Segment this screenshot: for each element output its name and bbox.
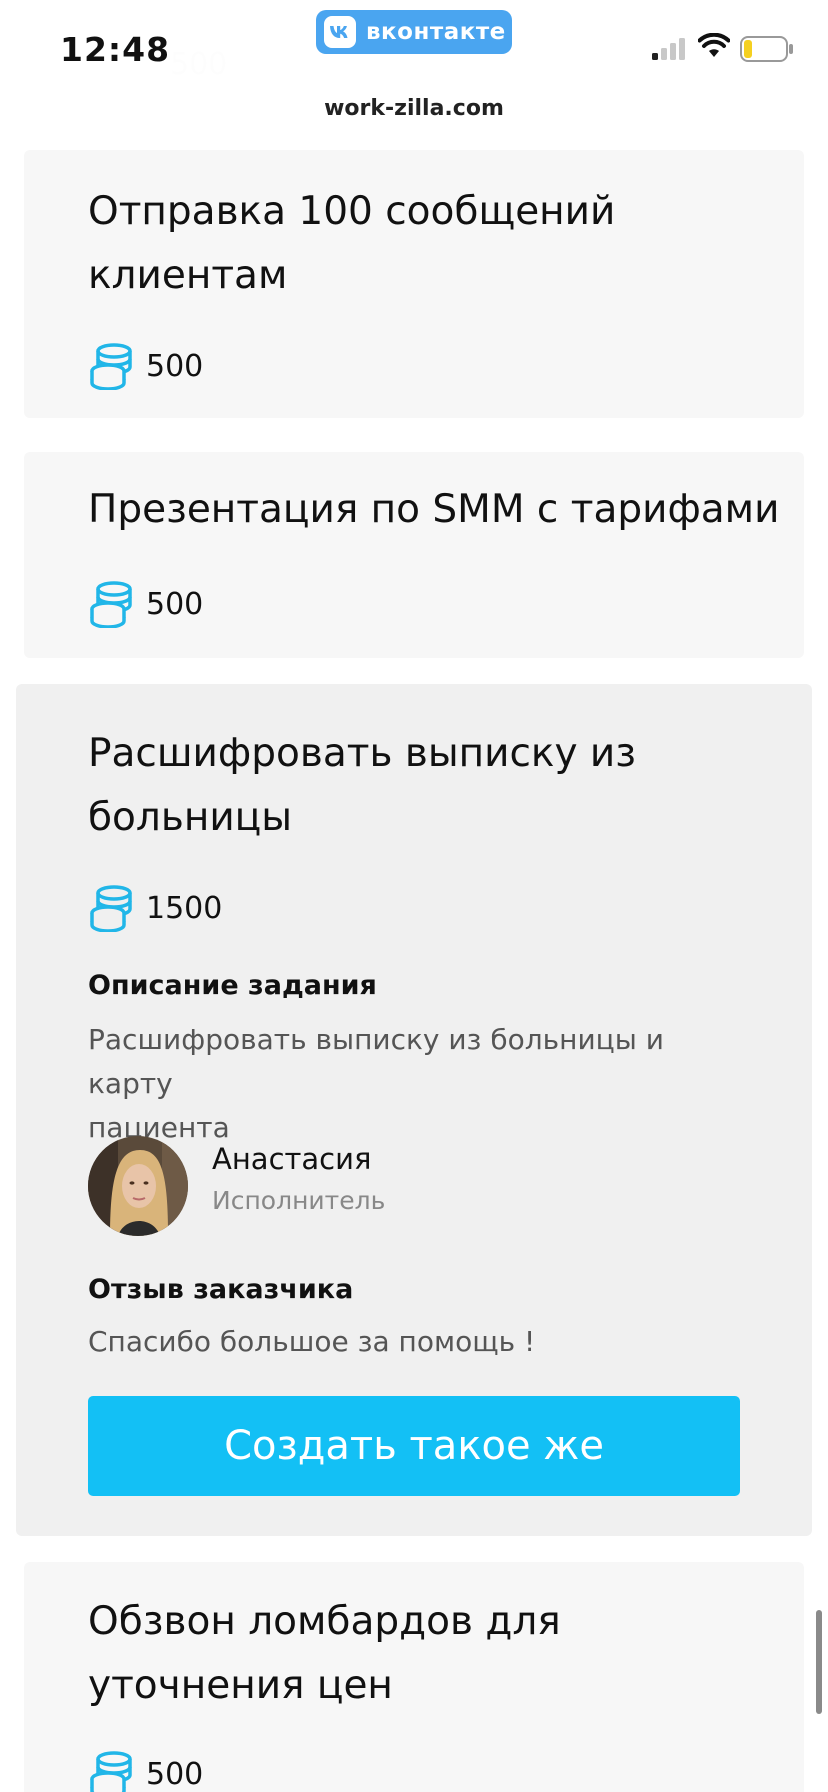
task-title-line: Расшифровать выписку из xyxy=(88,731,637,776)
performer-name[interactable]: Анастасия xyxy=(212,1142,371,1176)
page: 12:48 вконтакте work-zilla.com Отправка … xyxy=(0,0,828,1792)
price-value: 1500 xyxy=(146,890,223,926)
task-card[interactable]: Отправка 100 сообщений клиентам 500 xyxy=(24,150,804,418)
coins-icon xyxy=(90,581,132,628)
task-card-expanded[interactable]: Расшифровать выписку из больницы 1500 Оп… xyxy=(16,684,812,1536)
task-title: Отправка 100 сообщений клиентам xyxy=(88,180,615,308)
price-value: 500 xyxy=(146,348,204,384)
scrollbar[interactable] xyxy=(816,1610,822,1714)
task-title-line: Презентация по SMM с тарифами xyxy=(88,487,780,532)
task-title-line: больницы xyxy=(88,795,293,840)
review-text: Спасибо большое за помощь ! xyxy=(88,1325,536,1358)
task-title-line: клиентам xyxy=(88,253,288,298)
description-text: Расшифровать выписку из больницы и карту… xyxy=(88,1018,748,1150)
description-line: Расшифровать выписку из больницы и карту xyxy=(88,1023,664,1100)
task-card[interactable]: Презентация по SMM с тарифами 500 xyxy=(24,452,804,658)
price-value: 500 xyxy=(146,1756,204,1792)
wifi-icon xyxy=(698,33,730,57)
task-title: Обзвон ломбардов для уточнения цен xyxy=(88,1590,561,1718)
description-line: пациента xyxy=(88,1111,230,1144)
task-title-line: Обзвон ломбардов для xyxy=(88,1599,561,1644)
vk-logo-icon xyxy=(324,16,356,48)
price-value: 500 xyxy=(146,586,204,622)
description-heading: Описание задания xyxy=(88,970,377,1001)
price-row: 1500 xyxy=(88,884,222,932)
cellular-signal-icon xyxy=(652,38,685,60)
task-title: Презентация по SMM с тарифами xyxy=(88,478,779,542)
vk-app-badge[interactable]: вконтакте xyxy=(316,10,512,54)
coins-icon xyxy=(90,343,132,390)
coins-icon xyxy=(90,885,132,932)
price-row: 500 xyxy=(88,1750,203,1792)
status-time: 12:48 xyxy=(60,30,171,69)
task-card[interactable]: Обзвон ломбардов для уточнения цен 500 xyxy=(24,1562,804,1792)
coins-icon xyxy=(90,1751,132,1792)
create-same-button[interactable]: Создать такое же xyxy=(88,1396,740,1496)
status-bar: 12:48 вконтакте work-zilla.com xyxy=(0,0,828,132)
vk-app-name: вконтакте xyxy=(366,19,506,45)
task-title-line: уточнения цен xyxy=(88,1663,393,1708)
battery-icon xyxy=(740,36,793,62)
page-url: work-zilla.com xyxy=(324,96,504,121)
price-row: 500 xyxy=(88,580,203,628)
review-heading: Отзыв заказчика xyxy=(88,1274,354,1305)
task-title: Расшифровать выписку из больницы xyxy=(88,722,636,850)
performer-avatar[interactable] xyxy=(88,1136,188,1236)
task-title-line: Отправка 100 сообщений xyxy=(88,189,616,234)
price-row: 500 xyxy=(88,342,203,390)
performer-role: Исполнитель xyxy=(212,1186,386,1215)
